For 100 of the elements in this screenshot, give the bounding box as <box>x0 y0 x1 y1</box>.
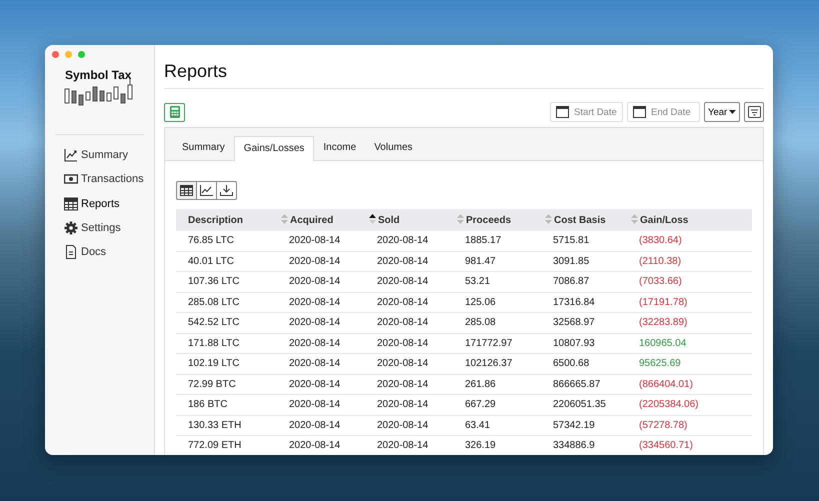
table-cell: 2020-08-14 <box>273 272 361 292</box>
table-cell: 32568.97 <box>537 312 623 333</box>
caret-icon <box>729 110 736 114</box>
column-header[interactable]: Cost Basis <box>537 209 623 231</box>
column-header[interactable]: Sold <box>361 209 449 231</box>
start-date-field[interactable]: Start Date <box>550 102 623 122</box>
table-cell: 5715.81 <box>537 231 623 251</box>
table-cell: (57278.78) <box>623 415 752 436</box>
column-header[interactable]: Description <box>176 209 273 231</box>
calendar-icon <box>556 106 569 118</box>
table-cell: 2020-08-14 <box>273 374 361 394</box>
calendar-icon <box>633 106 646 118</box>
download-button[interactable] <box>216 181 237 200</box>
table-cell: 2020-08-14 <box>273 394 361 415</box>
filter-button[interactable] <box>744 102 764 122</box>
table-cell: 326.19 <box>449 436 537 455</box>
table-icon <box>180 185 193 196</box>
table-cell: 125.06 <box>449 292 537 312</box>
table-cell: (2205384.06) <box>623 394 752 415</box>
end-date-field[interactable]: End Date <box>627 102 700 122</box>
table-cell: 285.08 LTC <box>176 292 273 312</box>
spreadsheet-button[interactable] <box>164 102 185 122</box>
sidebar-item[interactable]: Settings <box>64 216 154 240</box>
table-cell: 53.21 <box>449 272 537 292</box>
table-cell: 2020-08-14 <box>361 231 449 251</box>
table-cell: 72.99 BTC <box>176 374 273 394</box>
table-cell: 107.36 LTC <box>176 272 273 292</box>
table-cell: 285.08 <box>449 312 537 333</box>
table-cell: 2020-08-14 <box>273 292 361 312</box>
table-cell: 2020-08-14 <box>273 312 361 333</box>
sidebar-item[interactable]: Reports <box>64 192 154 216</box>
table-cell: 1885.17 <box>449 231 537 251</box>
table-cell: 2020-08-14 <box>361 436 449 455</box>
column-header[interactable]: Proceeds <box>449 209 537 231</box>
tab[interactable]: Summary <box>173 136 234 161</box>
table-cell: 2020-08-14 <box>273 415 361 436</box>
table-cell: 171772.97 <box>449 333 537 354</box>
line-chart-icon <box>200 185 213 196</box>
table-cell: 130.33 ETH <box>176 415 273 436</box>
table-cell: 17316.84 <box>537 292 623 312</box>
download-icon <box>220 185 233 196</box>
banknote-icon <box>64 172 78 186</box>
table-cell: 95625.69 <box>623 354 752 374</box>
sidebar-item[interactable]: Summary <box>64 143 154 168</box>
table-cell: 2020-08-14 <box>273 436 361 455</box>
table-cell: 102.19 LTC <box>176 354 273 374</box>
table-cell: 2206051.35 <box>537 394 623 415</box>
table-cell: 2020-08-14 <box>273 231 361 251</box>
table-cell: 63.41 <box>449 415 537 436</box>
table-view-button[interactable] <box>176 181 197 200</box>
table-cell: 2020-08-14 <box>361 394 449 415</box>
table-cell: 2020-08-14 <box>361 374 449 394</box>
table-cell: 2020-08-14 <box>361 333 449 354</box>
line-chart-icon <box>64 148 78 162</box>
table-cell: 171.88 LTC <box>176 333 273 354</box>
table-cell: 2020-08-14 <box>361 415 449 436</box>
table-cell: 160965.04 <box>623 333 752 354</box>
chart-view-button[interactable] <box>196 181 217 200</box>
table-cell: 866665.87 <box>537 374 623 394</box>
table-cell: 2020-08-14 <box>361 272 449 292</box>
table-cell: (7033.66) <box>623 272 752 292</box>
table-cell: 981.47 <box>449 251 537 272</box>
period-dropdown[interactable]: Year <box>704 102 740 122</box>
table-cell: 2020-08-14 <box>273 354 361 374</box>
table-cell: 2020-08-14 <box>361 292 449 312</box>
settings-icon <box>64 221 78 236</box>
table-cell: 57342.19 <box>537 415 623 436</box>
tab[interactable]: Volumes <box>365 136 422 161</box>
tab[interactable]: Gains/Losses <box>234 136 314 162</box>
table-cell: 334886.9 <box>537 436 623 455</box>
sidebar-item[interactable]: Transactions <box>64 167 154 192</box>
table-cell: 542.52 LTC <box>176 312 273 333</box>
table-cell: 2020-08-14 <box>361 354 449 374</box>
table-cell: (3830.64) <box>623 231 752 251</box>
sidebar-item[interactable]: Docs <box>64 240 154 264</box>
table-cell: 261.86 <box>449 374 537 394</box>
table-cell: 7086.87 <box>537 272 623 292</box>
filter-icon <box>748 106 760 118</box>
table-cell: (334560.71) <box>623 436 752 455</box>
table-cell: 667.29 <box>449 394 537 415</box>
table-cell: 2020-08-14 <box>273 333 361 354</box>
table-cell: 6500.68 <box>537 354 623 374</box>
table-cell: (866404.01) <box>623 374 752 394</box>
table-cell: 3091.85 <box>537 251 623 272</box>
table-icon <box>64 196 78 211</box>
page-title: Reports <box>164 45 764 89</box>
document-icon <box>64 245 78 260</box>
table-cell: 2020-08-14 <box>273 251 361 272</box>
column-header[interactable]: Gain/Loss <box>623 209 752 231</box>
table-cell: 2020-08-14 <box>361 251 449 272</box>
table-cell: 40.01 LTC <box>176 251 273 272</box>
close-button[interactable] <box>52 51 59 58</box>
logo-text: Symbol Tax <box>65 68 132 82</box>
tab[interactable]: Income <box>314 136 366 161</box>
table-cell: 10807.93 <box>537 333 623 354</box>
table-cell: 186 BTC <box>176 394 273 415</box>
table-cell: (32283.89) <box>623 312 752 333</box>
table-cell: (17191.78) <box>623 292 752 312</box>
column-header[interactable]: Acquired <box>273 209 361 231</box>
table-cell: 102126.37 <box>449 354 537 374</box>
